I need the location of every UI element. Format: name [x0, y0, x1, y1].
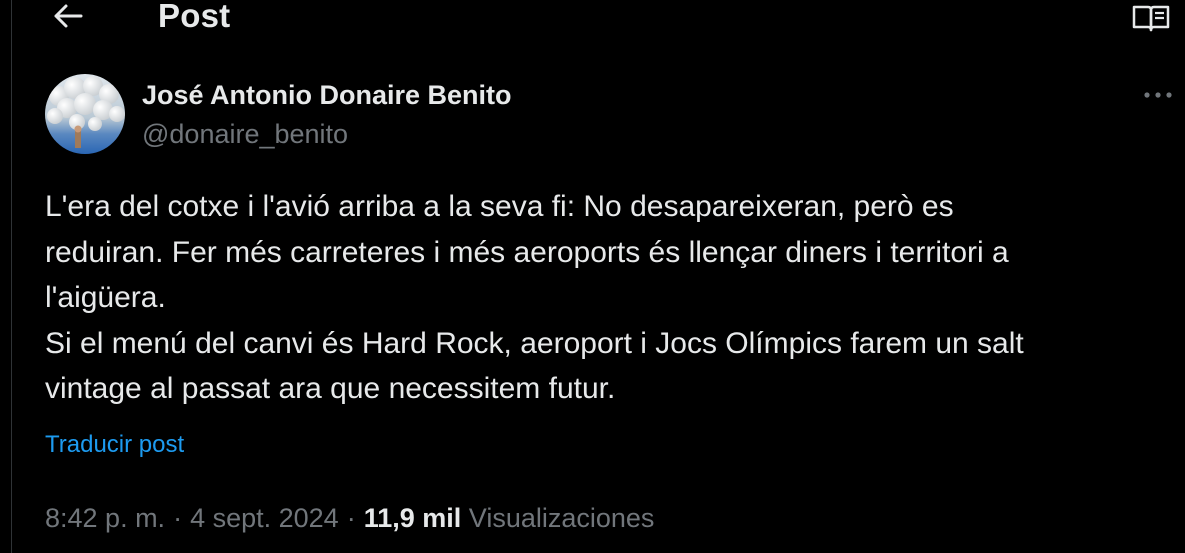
meta-separator: ·: [173, 503, 183, 533]
post-text-line: l'aigüera.: [45, 281, 166, 314]
translate-post-link[interactable]: Traducir post: [45, 428, 184, 462]
post-header: Post: [12, 0, 1185, 40]
more-options-button[interactable]: [1136, 80, 1180, 110]
post-text-line: L'era del cotxe i l'avió arriba a la sev…: [45, 190, 954, 223]
reader-mode-button[interactable]: [1129, 0, 1173, 36]
author-name[interactable]: José Antonio Donaire Benito: [142, 78, 512, 112]
post-text-line: reduiran. Fer més carreteres i més aerop…: [45, 235, 1009, 269]
arrow-left-icon: [54, 4, 83, 28]
more-horizontal-icon: [1144, 92, 1172, 98]
post-text-line: vintage al passat ara que necessitem fut…: [45, 372, 616, 405]
avatar[interactable]: [45, 74, 125, 154]
open-book-icon: [1132, 5, 1170, 32]
post-text-line: Si el menú del canvi és Hard Rock, aerop…: [45, 326, 1024, 360]
post-text: L'era del cotxe i l'avió arriba a la sev…: [45, 184, 1180, 412]
meta-separator: ·: [346, 503, 356, 533]
views-count: 11,9 mil: [363, 503, 462, 533]
avatar-image: [45, 74, 125, 154]
post-date[interactable]: 4 sept. 2024: [190, 503, 339, 533]
column-border: [11, 0, 12, 553]
back-button[interactable]: [48, 0, 88, 34]
post-time[interactable]: 8:42 p. m.: [45, 503, 165, 533]
author-handle[interactable]: @donaire_benito: [142, 117, 348, 151]
views-label: Visualizaciones: [468, 503, 655, 533]
post-meta: 8:42 p. m. · 4 sept. 2024 · 11,9 mil Visuali…: [45, 500, 654, 536]
page-title: Post: [158, 0, 231, 34]
